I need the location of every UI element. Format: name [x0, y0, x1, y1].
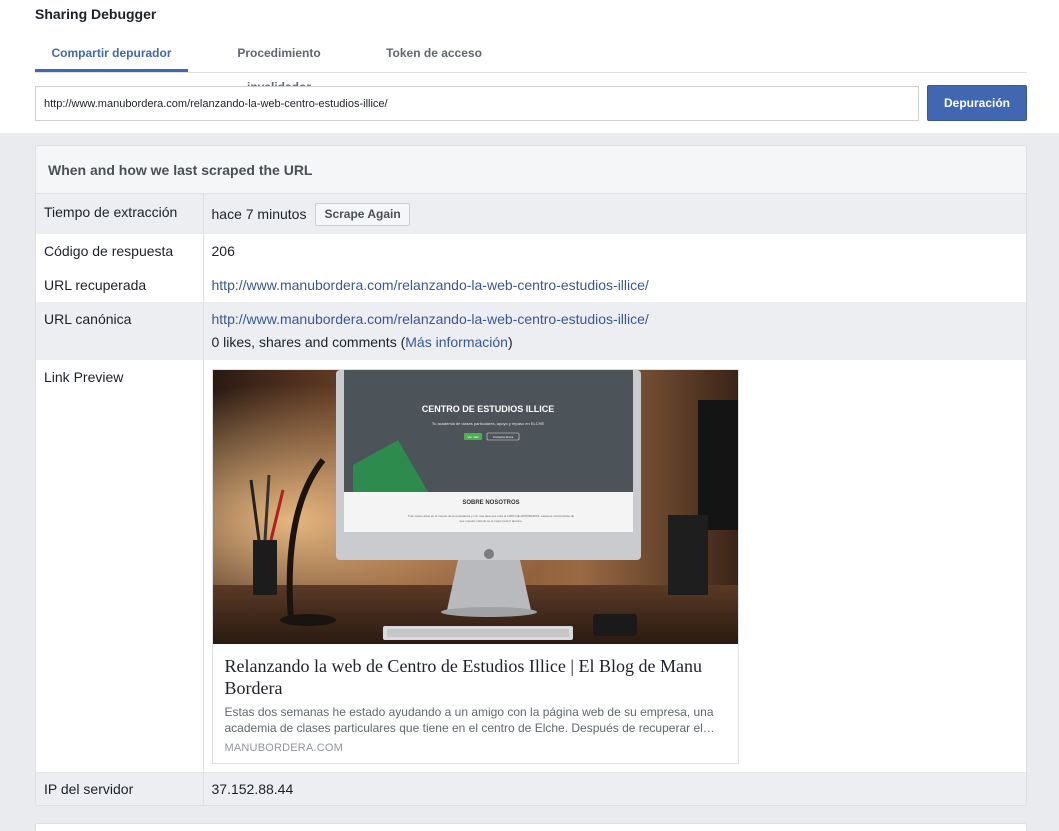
screen-heading: CENTRO DE ESTUDIOS ILLICE: [421, 404, 554, 414]
scrape-time-label: Tiempo de extracción: [36, 194, 204, 234]
row-server-ip: IP del servidor 37.152.88.44: [36, 771, 1026, 805]
row-link-preview: Link Preview CENTRO DE ESTUDIOS ILLICE T…: [36, 360, 1026, 772]
screen-section-title: SOBRE NOSOTROS: [462, 500, 519, 506]
preview-description: Estas dos semanas he estado ayudando a u…: [224, 705, 715, 735]
tab-bar: Compartir depurador Procedimiento invali…: [35, 36, 1027, 94]
app-title: Sharing Debugger: [35, 6, 157, 22]
screen-subtitle: Tu academia de clases particulares, apoy…: [431, 421, 544, 426]
preview-title: Relanzando la web de Centro de Estudios …: [224, 656, 702, 698]
next-panel: [35, 823, 1027, 831]
screen-btn-ver-mas: Ver más: [467, 435, 479, 439]
likes-info: 0 likes, shares and comments (Más inform…: [211, 334, 513, 350]
scrape-time-value: hace 7 minutos: [211, 206, 307, 223]
tab-token-de-acceso[interactable]: Token de acceso: [386, 36, 482, 72]
panel-title: When and how we last scraped the URL: [36, 146, 1026, 194]
row-scrape-time: Tiempo de extracción hace 7 minutos Scrap…: [36, 194, 1026, 234]
top-bar: Sharing Debugger Compartir depurador Pro…: [0, 0, 1059, 133]
screen-btn-contacta: Contacta ahora: [492, 435, 513, 439]
tab-compartir-depurador[interactable]: Compartir depurador: [35, 36, 188, 72]
row-canonical-url: URL canónica http://www.manubordera.com/…: [36, 302, 1026, 360]
row-response-code: Código de respuesta 206: [36, 234, 1026, 268]
response-code-label: Código de respuesta: [36, 234, 204, 268]
fetched-url-link[interactable]: http://www.manubordera.com/relanzando-la…: [212, 277, 649, 293]
scrape-info-panel: When and how we last scraped the URL Tie…: [35, 145, 1027, 806]
scrape-info-table: Tiempo de extracción hace 7 minutos Scrap…: [36, 194, 1026, 805]
link-preview-label: Link Preview: [36, 360, 204, 772]
server-ip-label: IP del servidor: [36, 771, 204, 805]
response-code-value: 206: [211, 243, 235, 259]
screen-text-2: que nuestro método es el mejor para tí a…: [459, 519, 522, 523]
link-preview-card[interactable]: CENTRO DE ESTUDIOS ILLICE Tu academia de…: [211, 369, 739, 764]
server-ip-value: 37.152.88.44: [203, 771, 1026, 805]
preview-domain: MANUBORDERA.COM: [224, 742, 344, 754]
more-info-link[interactable]: Más información: [405, 334, 508, 350]
url-input[interactable]: [35, 86, 919, 121]
row-fetched-url: URL recuperada http://www.manubordera.co…: [36, 268, 1026, 302]
preview-image: CENTRO DE ESTUDIOS ILLICE Tu academia de…: [212, 370, 738, 644]
scrape-again-button[interactable]: Scrape Again: [315, 203, 410, 226]
fetched-url-label: URL recuperada: [36, 268, 204, 302]
screen-text-1: Tras varios años en el mundo de la enseñ…: [407, 514, 573, 518]
tab-procedimiento-invalidador[interactable]: Procedimiento invalidador: [204, 36, 354, 94]
canonical-url-label: URL canónica: [36, 302, 204, 360]
debug-button[interactable]: Depuración: [927, 85, 1027, 121]
canonical-url-link[interactable]: http://www.manubordera.com/relanzando-la…: [212, 311, 649, 327]
